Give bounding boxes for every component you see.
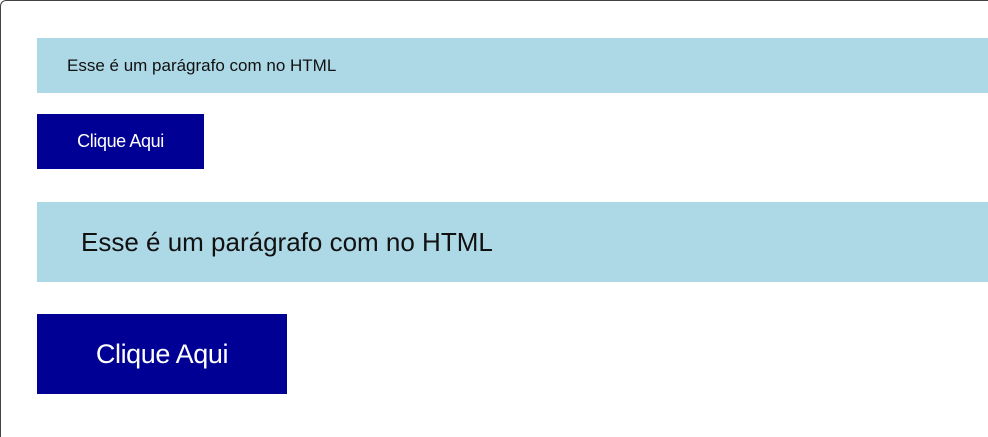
clique-aqui-button-large[interactable]: Clique Aqui <box>37 314 287 394</box>
clique-aqui-button-small[interactable]: Clique Aqui <box>37 114 204 169</box>
paragraph-large: Esse é um parágrafo com no HTML <box>37 202 988 282</box>
paragraph-small: Esse é um parágrafo com no HTML <box>37 38 988 93</box>
page-frame: Esse é um parágrafo com no HTML Clique A… <box>0 0 988 437</box>
